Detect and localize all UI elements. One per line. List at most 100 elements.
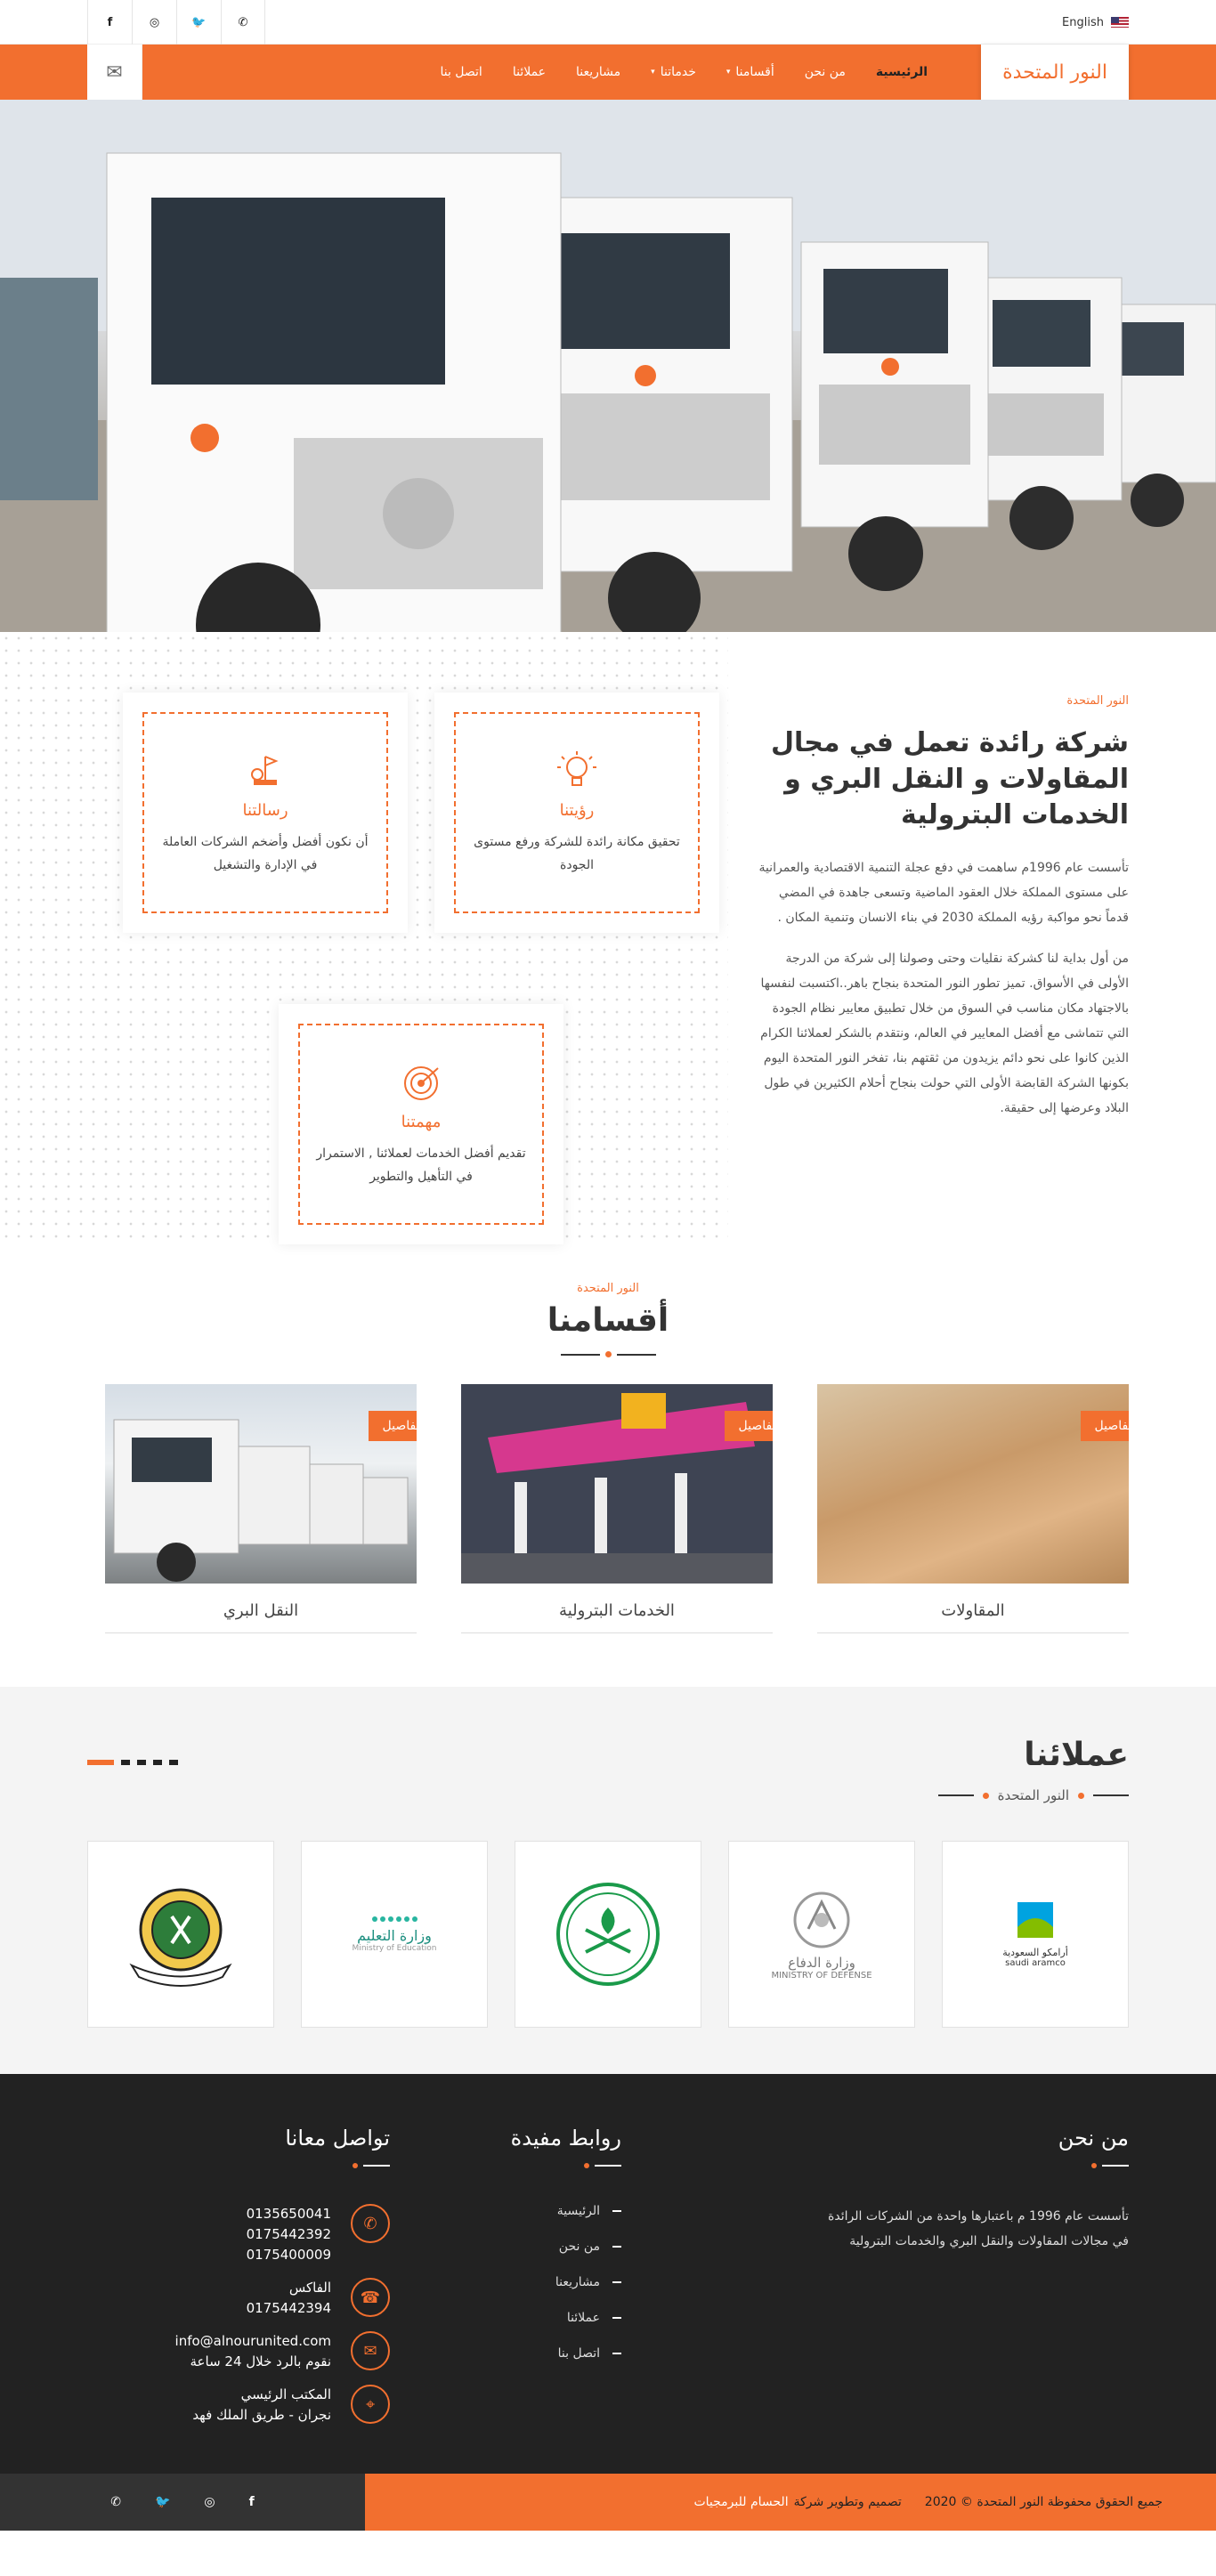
facebook-icon[interactable]: f <box>249 2495 255 2509</box>
saudi-emblem-logo[interactable] <box>515 1841 701 2028</box>
about-kicker: النور المتحدة <box>1066 694 1129 708</box>
email-icon: ✉ <box>351 2331 390 2370</box>
section-card-transport[interactable]: التفاصيل النقل البري <box>105 1384 417 1633</box>
nav-item-services[interactable]: خدماتنا ▾ <box>651 65 696 79</box>
designer-link[interactable]: الحسام للبرمجيات <box>693 2495 788 2509</box>
sections-area: النور المتحدة أقسامنا التفاصيل المقاولات <box>0 1244 1216 1687</box>
nav-item-clients[interactable]: عملائنا <box>513 65 546 79</box>
client-logos: أرامكو السعودية saudi aramco وزارة الدفا… <box>87 1841 1129 2028</box>
design-text: تصميم وتطوير شركة <box>793 2495 902 2509</box>
copyright-bar: جميع الحقوق محفوظة النور المتحدة © 2020 … <box>365 2474 1216 2531</box>
phone-2[interactable]: 0175442392 <box>247 2224 331 2245</box>
contracting-image: التفاصيل <box>817 1384 1129 1584</box>
details-badge[interactable]: التفاصيل <box>368 1411 417 1441</box>
whatsapp-icon[interactable]: ✆ <box>221 0 265 45</box>
vision-card: رؤيتنا تحقيق مكانة رائدة للشركة ورفع مست… <box>434 693 719 933</box>
top-bar: f ◎ 🐦 ✆ English <box>0 0 1216 45</box>
nav-item-projects[interactable]: مشاريعنا <box>576 65 620 79</box>
nav-item-about[interactable]: من نحن <box>805 65 846 79</box>
language-switch[interactable]: English <box>1062 16 1129 29</box>
moe-sub: Ministry of Education <box>352 1943 437 1953</box>
section-card-contracting[interactable]: التفاصيل المقاولات <box>817 1384 1129 1633</box>
phone-3[interactable]: 0175400009 <box>247 2245 331 2265</box>
target-icon <box>404 1065 439 1100</box>
footer-about: من نحن تأسست عام 1996 م باعتبارها واحدة … <box>808 2126 1129 2438</box>
email-address[interactable]: info@alnourunited.com <box>175 2331 331 2352</box>
twitter-icon[interactable]: 🐦 <box>155 2495 170 2509</box>
footer: من نحن تأسست عام 1996 م باعتبارها واحدة … <box>0 2074 1216 2474</box>
nav-item-sections-label: أقسامنا <box>735 65 774 79</box>
footer-links: روابط مفيدة الرئيسية من نحن مشاريعنا عمل… <box>443 2126 621 2438</box>
nav-item-contact[interactable]: اتصل بنا <box>440 65 482 79</box>
fax-icon: ☎ <box>351 2278 390 2317</box>
location-icon: ⌖ <box>351 2385 390 2424</box>
nav-menu: الرئيسية من نحن أقسامنا ▾ خدماتنا ▾ مشاريع… <box>142 65 928 79</box>
footer-link-home[interactable]: الرئيسية <box>443 2204 621 2218</box>
pager-dot[interactable] <box>137 1760 146 1765</box>
section-card-petroleum[interactable]: التفاصيل الخدمات البترولية <box>461 1384 773 1633</box>
mod-name: وزارة الدفاع <box>788 1954 855 1971</box>
footer-links-title: روابط مفيدة <box>510 2126 621 2151</box>
mission-card: رسالتنا أن نكون أفضل وأضخم الشركات العام… <box>123 693 408 933</box>
fax-label: الفاكس <box>288 2280 331 2296</box>
footer-link-contact[interactable]: اتصل بنا <box>443 2346 621 2361</box>
phone-1[interactable]: 0135650041 <box>247 2204 331 2224</box>
twitter-icon[interactable]: 🐦 <box>176 0 221 45</box>
pager-dot-active[interactable] <box>87 1760 114 1765</box>
language-label[interactable]: English <box>1062 16 1104 29</box>
national-guard-logo[interactable] <box>87 1841 274 2028</box>
footer-link-about[interactable]: من نحن <box>443 2240 621 2254</box>
aramco-sub: saudi aramco <box>1005 1958 1066 1968</box>
aramco-logo[interactable]: أرامكو السعودية saudi aramco <box>942 1841 1129 2028</box>
details-badge[interactable]: التفاصيل <box>724 1411 773 1441</box>
whatsapp-icon[interactable]: ✆ <box>110 2495 121 2509</box>
sections-grid: التفاصيل المقاولات التفاصيل <box>87 1384 1129 1633</box>
pager-dot[interactable] <box>169 1760 178 1765</box>
mission-text: أن نكون أفضل وأضخم الشركات العاملة في ال… <box>162 834 369 872</box>
social-links-top: f ◎ 🐦 ✆ <box>87 0 265 45</box>
brand-logo[interactable]: النور المتحدة <box>981 45 1129 100</box>
section-name: الخدمات البترولية <box>559 1601 675 1620</box>
instagram-icon[interactable]: ◎ <box>204 2495 215 2509</box>
trucks-illustration <box>0 100 1216 632</box>
instagram-icon[interactable]: ◎ <box>132 0 176 45</box>
vision-title: رؤيتنا <box>559 800 595 820</box>
carousel-pager[interactable] <box>87 1760 178 1765</box>
clients-section: عملائنا النور المتحدة أرامكو السعودية sa… <box>0 1687 1216 2074</box>
moe-name: وزارة التعليم <box>357 1926 432 1944</box>
nav-item-services-label: خدماتنا <box>660 65 696 79</box>
clients-subtitle-text: النور المتحدة <box>997 1787 1069 1803</box>
clients-title: عملائنا <box>1024 1737 1129 1773</box>
footer-about-title: من نحن <box>1058 2126 1129 2151</box>
footer-link-projects[interactable]: مشاريعنا <box>443 2275 621 2289</box>
ministry-of-defense-logo[interactable]: وزارة الدفاع MINISTRY OF DEFENSE <box>728 1841 915 2028</box>
fax-number: 0175442394 <box>246 2300 331 2316</box>
about-paragraph-1: تأسست عام 1996م ساهمت في دفع عجلة التنمي… <box>758 860 1129 925</box>
mail-icon[interactable]: ✉ <box>87 45 142 100</box>
clients-subtitle: النور المتحدة <box>937 1787 1129 1803</box>
pager-dot[interactable] <box>153 1760 162 1765</box>
facebook-icon[interactable]: f <box>87 0 132 45</box>
ministry-of-education-logo[interactable]: وزارة التعليم Ministry of Education <box>301 1841 488 2028</box>
chevron-down-icon: ▾ <box>726 68 731 77</box>
hero-banner <box>0 100 1216 632</box>
footer-contact-title: تواصل معانا <box>285 2126 390 2151</box>
details-badge[interactable]: التفاصيل <box>1080 1411 1129 1441</box>
footer-link-clients[interactable]: عملائنا <box>443 2311 621 2325</box>
task-card: مهمتنا تقديم أفضل الخدمات لعملائنا , الا… <box>279 1004 563 1244</box>
mod-sub: MINISTRY OF DEFENSE <box>771 1970 872 1981</box>
nav-item-home[interactable]: الرئيسية <box>876 65 928 79</box>
lightbulb-icon <box>557 750 596 786</box>
section-divider <box>87 1351 1129 1357</box>
petroleum-image: التفاصيل <box>461 1384 773 1584</box>
about-paragraph-2: من أول بداية لنا كشركة نقليات وحتى وصولن… <box>760 951 1129 1115</box>
address-value: نجران - طريق الملك فهد <box>192 2407 331 2423</box>
flag-icon <box>251 755 279 785</box>
nav-item-sections[interactable]: أقسامنا ▾ <box>726 65 774 79</box>
footer-about-text: تأسست عام 1996 م باعتبارها واحدة من الشر… <box>828 2209 1129 2248</box>
footer-contact: تواصل معانا ✆ 0135650041 0175442392 0175… <box>175 2126 390 2438</box>
about-section: النور المتحدة شركة رائدة تعمل في مجال ال… <box>0 632 1216 1244</box>
section-name: المقاولات <box>941 1601 1005 1620</box>
pager-dot[interactable] <box>121 1760 130 1765</box>
social-links-bottom: ✆ 🐦 ◎ f <box>0 2474 365 2531</box>
